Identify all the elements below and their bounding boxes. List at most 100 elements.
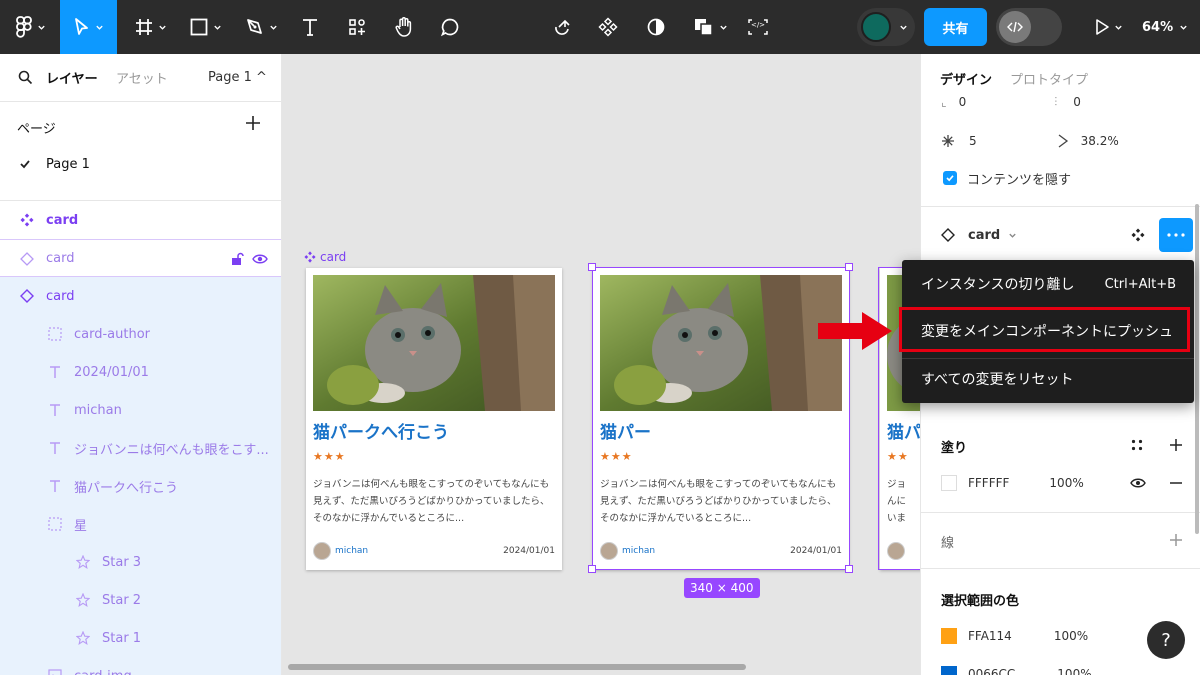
menu-item-detach-instance[interactable]: インスタンスの切り離し Ctrl+Alt+B (902, 264, 1194, 304)
layer-row[interactable]: Star 1 (0, 619, 281, 657)
layer-row[interactable]: michan (0, 391, 281, 429)
contrast-circle-icon (647, 18, 665, 36)
horizontal-scrollbar[interactable] (288, 664, 746, 670)
layer-row[interactable]: Star 3 (0, 543, 281, 581)
kitten-photo (600, 275, 842, 411)
author-name: michan (335, 546, 369, 556)
layer-row[interactable]: card (0, 201, 281, 239)
card-main-component[interactable]: 猫パークへ行こう ★★★ ジョバンニは何べんも眼をこすってのぞいてもなんにも見え… (306, 268, 562, 570)
search-icon[interactable] (18, 70, 33, 85)
instance-header[interactable]: card (941, 226, 1017, 244)
resize-handle[interactable] (845, 565, 853, 573)
shape-tool-button[interactable] (182, 0, 228, 54)
component-tool-button[interactable] (548, 0, 576, 54)
pen-tool-button[interactable] (238, 0, 284, 54)
layer-label: card (46, 288, 75, 304)
card-instance-selected[interactable]: 猫パー ★★★ ジョバンニは何べんも眼をこすってのぞいてもなんにも見えず、ただ黒… (593, 268, 849, 570)
count-value[interactable]: 5 (969, 134, 977, 148)
layer-row[interactable]: Star 2 (0, 581, 281, 619)
multiplayer-avatar-group[interactable] (857, 8, 915, 46)
layer-row[interactable]: card-author (0, 315, 281, 353)
present-button[interactable] (1088, 0, 1128, 54)
text-layer-icon (50, 404, 60, 416)
unlock-icon[interactable] (230, 252, 244, 266)
vertical-scrollbar[interactable] (1195, 204, 1199, 534)
annotation-arrow-icon (818, 312, 892, 350)
hide-content-checkbox[interactable] (943, 171, 957, 185)
color-hex[interactable]: 0066CC (968, 667, 1015, 675)
tab-design[interactable]: デザイン (940, 69, 992, 88)
more-options-button[interactable] (1159, 218, 1193, 252)
selection-color-row[interactable]: 0066CC 100% (941, 665, 1092, 675)
hand-tool-button[interactable] (388, 0, 420, 54)
zoom-dropdown[interactable]: 64% (1142, 0, 1188, 54)
layer-label: card-author (74, 326, 151, 342)
eye-icon[interactable] (252, 252, 268, 266)
color-hex[interactable]: FFA114 (968, 629, 1012, 643)
color-swatch[interactable] (941, 628, 957, 644)
layer-label: card (46, 212, 79, 228)
mask-button[interactable] (642, 0, 670, 54)
layer-row-selected[interactable]: card (0, 277, 281, 315)
tab-prototype[interactable]: プロトタイプ (1010, 69, 1088, 88)
go-to-main-component-icon[interactable] (1131, 228, 1145, 242)
style-grid-icon[interactable] (1131, 439, 1143, 451)
resize-handle[interactable] (588, 565, 596, 573)
user-avatar[interactable] (861, 12, 891, 42)
instance-diamond-icon (941, 228, 955, 242)
card-title: 猫パー (600, 423, 651, 443)
text-tool-button[interactable] (294, 0, 326, 54)
help-button[interactable]: ? (1147, 621, 1185, 659)
tab-layers[interactable]: レイヤー (46, 68, 98, 87)
menu-item-push-to-main[interactable]: 変更をメインコンポーネントにプッシュ (902, 311, 1194, 351)
layer-row[interactable]: card (0, 239, 281, 277)
hand-icon (395, 17, 412, 37)
fill-hex[interactable]: FFFFFF (968, 476, 1009, 490)
menu-item-reset-all[interactable]: すべての変更をリセット (902, 359, 1194, 399)
resources-tool-button[interactable] (340, 0, 374, 54)
frame-label[interactable]: card (304, 250, 346, 264)
card-author: michan (600, 542, 655, 560)
main-menu-button[interactable] (8, 0, 52, 54)
remove-fill-icon[interactable] (1168, 475, 1184, 491)
layer-row[interactable]: 猫パークへ行こう (0, 467, 281, 505)
color-opacity[interactable]: 100% (1054, 629, 1088, 643)
resize-handle[interactable] (588, 263, 596, 271)
corner-value[interactable]: 0 (959, 95, 967, 109)
color-swatch[interactable] (941, 666, 957, 675)
frame-tool-button[interactable] (127, 0, 173, 54)
eye-icon[interactable] (1130, 477, 1146, 489)
add-page-icon[interactable] (244, 114, 262, 132)
resize-handle[interactable] (845, 263, 853, 271)
add-fill-icon[interactable] (1168, 437, 1184, 453)
color-opacity[interactable]: 100% (1057, 667, 1091, 675)
add-stroke-icon[interactable] (1168, 532, 1184, 548)
ratio-value[interactable]: 38.2% (1081, 134, 1119, 148)
chevron-down-icon (719, 25, 727, 30)
boolean-ops-button[interactable] (688, 0, 732, 54)
dev-mode-toggle[interactable] (996, 8, 1062, 46)
rectangle-icon (190, 18, 207, 36)
layer-row[interactable]: 2024/01/01 (0, 353, 281, 391)
create-component-button[interactable] (594, 0, 622, 54)
share-button[interactable]: 共有 (924, 8, 987, 46)
layer-row[interactable]: 星 (0, 505, 281, 543)
chevron-down-icon (900, 25, 907, 30)
selection-color-row[interactable]: FFA114 100% (941, 627, 1088, 645)
design-canvas[interactable]: card 猫パークへ行こう ★★★ ジョバンニは何べんも眼をこすってのぞいてもな… (282, 54, 920, 675)
frame-hash-icon (135, 19, 152, 35)
page-selector[interactable]: Page 1 ^ (208, 70, 267, 85)
code-brackets-icon (1007, 21, 1023, 33)
page-item[interactable]: Page 1 (0, 148, 281, 180)
move-tool-button[interactable] (60, 0, 117, 54)
fill-swatch[interactable] (941, 475, 957, 491)
crop-code-button[interactable]: </> (744, 0, 772, 54)
layer-row[interactable]: ジョバンニは何べんも眼をこす... (0, 429, 281, 467)
fill-row[interactable]: FFFFFF 100% (941, 474, 1084, 492)
spacing-value[interactable]: 0 (1073, 95, 1081, 109)
layer-row[interactable]: card-img (0, 657, 281, 675)
fill-opacity[interactable]: 100% (1049, 476, 1083, 490)
comment-tool-button[interactable] (434, 0, 466, 54)
hide-content-row[interactable]: コンテンツを隠す (943, 169, 1071, 188)
tab-assets[interactable]: アセット (116, 68, 168, 87)
